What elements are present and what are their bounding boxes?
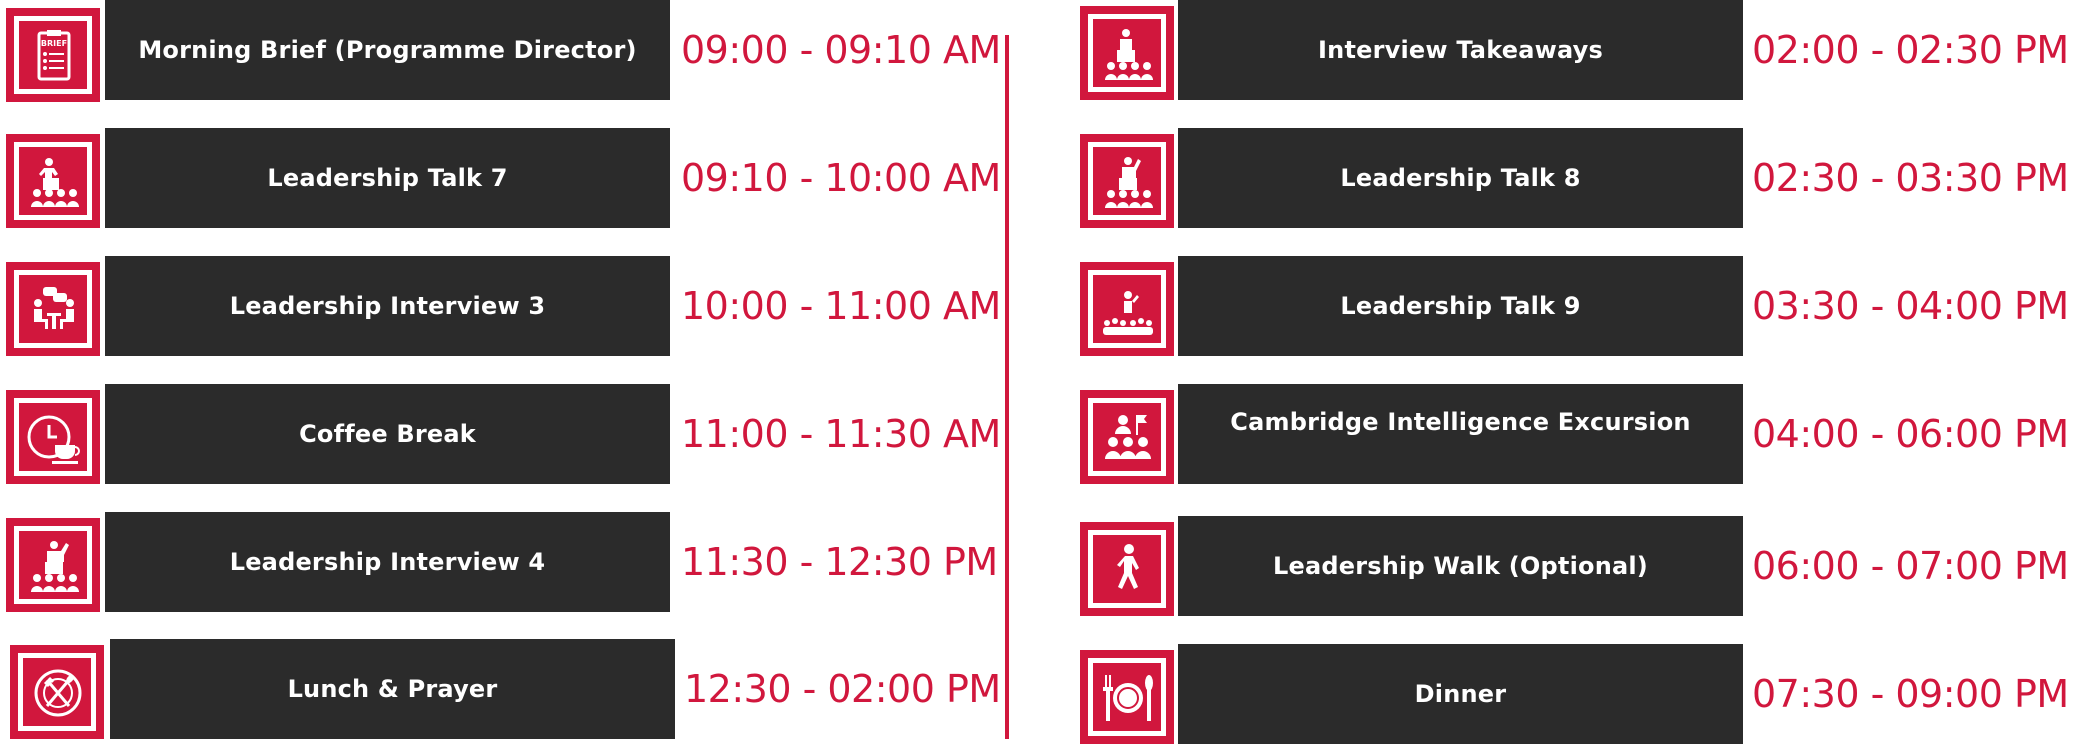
schedule-item: Leadership Interview 4 11:30 - 12:30 PM <box>0 512 1000 612</box>
session-time: 10:00 - 11:00 AM <box>681 284 1001 328</box>
speaker-podium-icon <box>1080 6 1174 100</box>
schedule-item: Cambridge Intelligence Excursion 04:00 -… <box>1078 384 2073 484</box>
session-title: Cambridge Intelligence Excursion <box>1178 384 1743 484</box>
clipboard-brief-icon: BRIEF <box>6 8 100 102</box>
speaker-podium-icon <box>1080 134 1174 228</box>
session-time: 06:00 - 07:00 PM <box>1752 544 2069 588</box>
session-time: 11:30 - 12:30 PM <box>681 540 998 584</box>
schedule-item: Leadership Interview 3 10:00 - 11:00 AM <box>0 256 1001 356</box>
schedule-item: Lunch & Prayer 12:30 - 02:00 PM <box>0 639 1001 739</box>
session-title: Leadership Interview 4 <box>105 512 670 612</box>
schedule-item: Leadership Talk 7 09:10 - 10:00 AM <box>0 128 1001 228</box>
session-time: 03:30 - 04:00 PM <box>1752 284 2069 328</box>
clock-coffee-icon <box>6 390 100 484</box>
schedule-item: Leadership Talk 9 03:30 - 04:00 PM <box>1078 256 2073 356</box>
session-time: 04:00 - 06:00 PM <box>1752 412 2069 456</box>
session-title: Morning Brief (Programme Director) <box>105 0 670 100</box>
session-time: 09:10 - 10:00 AM <box>681 156 1001 200</box>
schedule-item: Leadership Walk (Optional) 06:00 - 07:00… <box>1078 516 2073 616</box>
svg-text:BRIEF: BRIEF <box>41 39 67 48</box>
plate-cutlery-icon <box>10 645 104 739</box>
session-title: Leadership Talk 9 <box>1178 256 1743 356</box>
session-time: 11:00 - 11:30 AM <box>681 412 1001 456</box>
schedule-item: Interview Takeaways 02:00 - 02:30 PM <box>1078 0 2073 100</box>
speaker-podium-icon <box>6 134 100 228</box>
session-time: 12:30 - 02:00 PM <box>684 667 1001 711</box>
session-time: 02:30 - 03:30 PM <box>1752 156 2069 200</box>
session-title: Interview Takeaways <box>1178 0 1743 100</box>
session-title: Leadership Interview 3 <box>105 256 670 356</box>
session-title: Lunch & Prayer <box>110 639 675 739</box>
speaker-crowd-icon <box>1080 262 1174 356</box>
schedule-item: BRIEF Morning Brief (Programme Director)… <box>0 0 1001 102</box>
session-title: Leadership Talk 8 <box>1178 128 1743 228</box>
speaker-podium-icon <box>6 518 100 612</box>
walking-person-icon <box>1080 522 1174 616</box>
dinner-plate-icon <box>1080 650 1174 744</box>
column-divider <box>1005 35 1009 739</box>
interview-chat-icon <box>6 262 100 356</box>
schedule-item: Dinner 07:30 - 09:00 PM <box>1078 644 2073 744</box>
session-time: 02:00 - 02:30 PM <box>1752 28 2069 72</box>
session-time: 09:00 - 09:10 AM <box>681 28 1001 72</box>
session-time: 07:30 - 09:00 PM <box>1752 672 2069 716</box>
schedule-item: Coffee Break 11:00 - 11:30 AM <box>0 384 1001 484</box>
session-title: Leadership Walk (Optional) <box>1178 516 1743 616</box>
session-title: Leadership Talk 7 <box>105 128 670 228</box>
session-title: Dinner <box>1178 644 1743 744</box>
schedule-item: Leadership Talk 8 02:30 - 03:30 PM <box>1078 128 2073 228</box>
group-flag-icon <box>1080 390 1174 484</box>
session-title: Coffee Break <box>105 384 670 484</box>
